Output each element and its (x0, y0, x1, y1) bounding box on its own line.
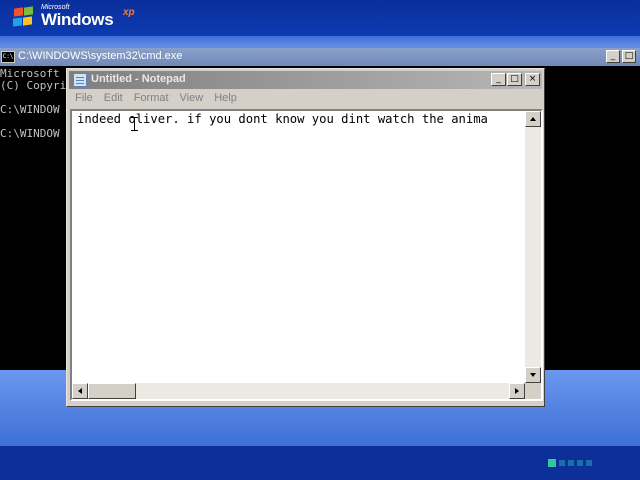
menu-format[interactable]: Format (128, 90, 174, 108)
scroll-right-button[interactable] (509, 383, 525, 399)
arrow-down-icon (530, 373, 536, 377)
cmd-minimize-button[interactable]: _ (606, 50, 620, 63)
menu-help[interactable]: Help (208, 90, 242, 108)
windows-flag-icon (12, 6, 34, 27)
scroll-down-button[interactable] (525, 367, 541, 383)
menu-edit[interactable]: Edit (98, 90, 128, 108)
notepad-title-bar[interactable]: Untitled - Notepad _ □ × (69, 71, 542, 89)
cmd-line: C:\WINDOW (0, 127, 60, 140)
progress-dot (548, 459, 556, 467)
notepad-text-area[interactable]: indeed oliver. if you dont know you dint… (70, 109, 543, 401)
windows-xp-logo: Microsoft Windows xp (12, 2, 142, 32)
progress-dot (577, 460, 583, 466)
notepad-window[interactable]: Untitled - Notepad _ □ × File Edit Forma… (66, 68, 545, 407)
boot-progress-indicator (548, 459, 592, 467)
notepad-menu-bar: File Edit Format View Help (69, 90, 542, 108)
horizontal-scrollbar[interactable] (72, 383, 525, 399)
cmd-icon[interactable]: C:\ (1, 51, 15, 63)
progress-dot (586, 460, 592, 466)
cmd-title: C:\WINDOWS\system32\cmd.exe (18, 50, 183, 62)
notepad-close-button[interactable]: × (525, 73, 540, 86)
logo-windows-text: Windows (41, 10, 114, 29)
cmd-line: C:\WINDOW (0, 103, 60, 116)
menu-view[interactable]: View (174, 90, 209, 108)
logo-xp-text: xp (123, 7, 135, 18)
arrow-up-icon (530, 117, 536, 121)
arrow-left-icon (78, 388, 82, 394)
notepad-icon[interactable] (73, 73, 87, 87)
notepad-title: Untitled - Notepad (91, 73, 186, 85)
cmd-console[interactable]: Microsoft (C) Copyri C:\WINDOW C:\WINDOW (0, 68, 70, 368)
scroll-up-button[interactable] (525, 111, 541, 127)
cmd-title-bar[interactable]: C:\ C:\WINDOWS\system32\cmd.exe _ □ (0, 48, 640, 66)
desktop-bottom-band (0, 446, 640, 480)
progress-dot (568, 460, 574, 466)
ibeam-cursor-icon (131, 117, 138, 131)
vertical-scrollbar[interactable] (525, 111, 541, 383)
scrollbar-corner (525, 383, 541, 399)
notepad-text[interactable]: indeed oliver. if you dont know you dint… (77, 111, 523, 127)
desktop-top-stripe (0, 36, 640, 44)
scroll-left-button[interactable] (72, 383, 88, 399)
horizontal-scroll-thumb[interactable] (88, 383, 136, 399)
notepad-minimize-button[interactable]: _ (491, 73, 506, 86)
progress-dot (559, 460, 565, 466)
menu-file[interactable]: File (69, 90, 98, 108)
arrow-right-icon (515, 388, 519, 394)
cmd-line: (C) Copyri (0, 79, 67, 92)
notepad-maximize-button[interactable]: □ (507, 73, 522, 86)
cmd-maximize-button[interactable]: □ (622, 50, 636, 63)
